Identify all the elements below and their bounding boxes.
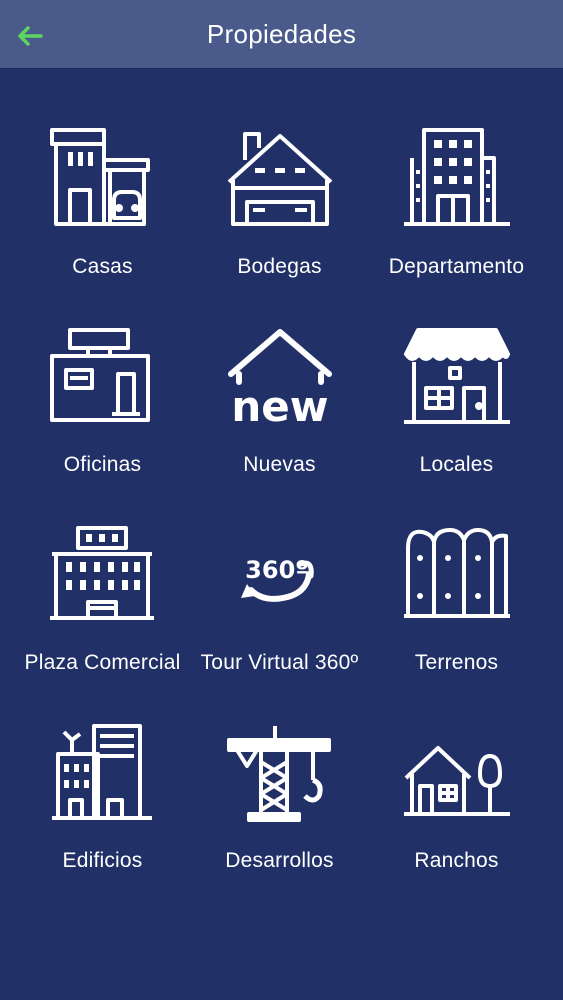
header-bar: Propiedades <box>0 0 563 68</box>
property-grid: Casas Bodegas Departamento Oficinas new … <box>0 128 563 920</box>
tile-label: Casas <box>72 255 133 278</box>
tile-label: Desarrollos <box>225 849 334 872</box>
tile-label: Tour Virtual 360º <box>200 651 359 674</box>
back-button[interactable] <box>12 18 48 54</box>
tile-nuevas[interactable]: new Nuevas <box>191 326 368 524</box>
ranch-icon <box>403 746 510 816</box>
tile-casas[interactable]: Casas <box>14 128 191 326</box>
tile-ranchos[interactable]: Ranchos <box>368 722 545 920</box>
svg-text:new: new <box>231 382 328 431</box>
fence-icon <box>403 528 510 618</box>
tile-label: Oficinas <box>63 453 142 476</box>
new-house-icon: new <box>227 329 332 431</box>
page-title: Propiedades <box>206 18 357 49</box>
tile-locales[interactable]: Locales <box>368 326 545 524</box>
tile-bodegas[interactable]: Bodegas <box>191 128 368 326</box>
construction-crane-icon <box>226 726 331 822</box>
apartment-building-icon <box>403 128 510 226</box>
arrow-left-icon <box>18 26 43 46</box>
shop-icon <box>403 328 510 424</box>
tour-360-icon: 360º <box>240 556 314 602</box>
buildings-icon <box>51 724 152 820</box>
shopping-plaza-icon <box>49 526 154 620</box>
tile-label: Edificios <box>62 849 143 872</box>
tile-label: Nuevas <box>243 453 316 476</box>
tile-label: Plaza Comercial <box>24 651 181 674</box>
tile-oficinas[interactable]: Oficinas <box>14 326 191 524</box>
tile-plaza-comercial[interactable]: Plaza Comercial <box>14 524 191 722</box>
office-icon <box>49 328 150 422</box>
tile-edificios[interactable]: Edificios <box>14 722 191 920</box>
house-garage-icon <box>49 128 150 226</box>
tile-label: Ranchos <box>414 849 499 872</box>
tile-tour-virtual-360[interactable]: 360º Tour Virtual 360º <box>191 524 368 722</box>
warehouse-icon <box>227 132 332 226</box>
tile-label: Bodegas <box>237 255 322 278</box>
svg-text:360º: 360º <box>245 556 309 584</box>
tile-label: Locales <box>419 453 494 476</box>
tile-departamento[interactable]: Departamento <box>368 128 545 326</box>
tile-terrenos[interactable]: Terrenos <box>368 524 545 722</box>
tile-label: Departamento <box>388 255 525 278</box>
tile-desarrollos[interactable]: Desarrollos <box>191 722 368 920</box>
tile-label: Terrenos <box>414 651 499 674</box>
